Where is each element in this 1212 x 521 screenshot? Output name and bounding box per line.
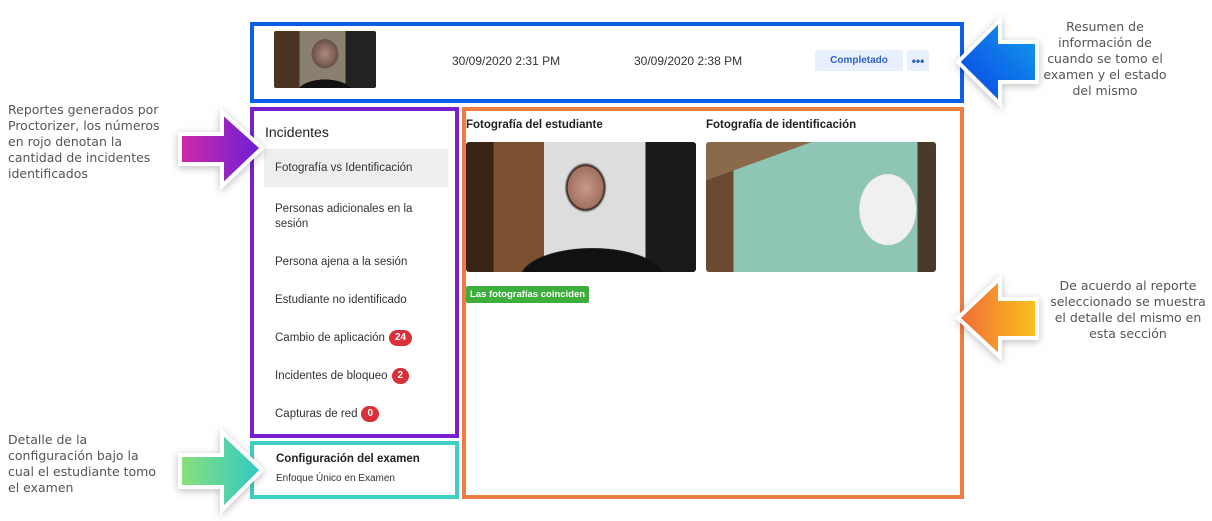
annotation-arrows [178,15,1039,515]
arrow-incidents-icon [178,107,265,191]
arrow-summary-icon [955,15,1039,109]
arrow-detail-icon [955,273,1039,362]
arrow-config-icon [178,427,265,515]
